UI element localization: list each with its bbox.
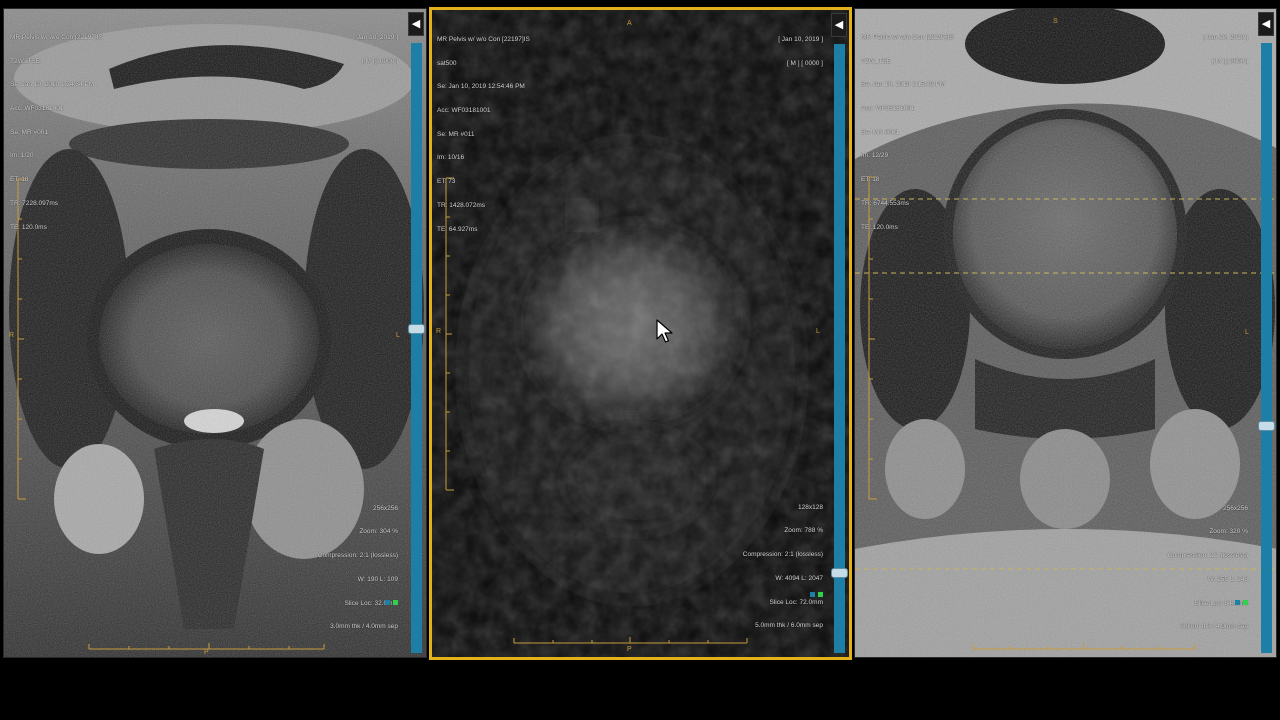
orientation-marker-left: L bbox=[396, 332, 400, 339]
status-blue-icon bbox=[1235, 600, 1240, 605]
orientation-marker-superior: S bbox=[1053, 18, 1058, 25]
study-info-top-left: MR Pelvis w/ w/o Con [22197]IS sat500 Se… bbox=[437, 35, 530, 233]
study-date-top-right: [ Jan 10, 2019 ] [ M ] [ 0000 ] bbox=[778, 35, 823, 67]
slice-scroll-thumb[interactable] bbox=[831, 567, 848, 578]
status-green-icon bbox=[393, 600, 398, 605]
slice-scroll-thumb[interactable] bbox=[408, 323, 425, 334]
viewport-right[interactable]: MR Pelvis w/ w/o Con [22197]IS T2W_TSE S… bbox=[854, 8, 1277, 658]
study-date-top-right: [ Jan 10, 2019 ] [ M ] [ 0000 ] bbox=[353, 33, 398, 65]
slice-scrollbar[interactable] bbox=[1258, 43, 1275, 653]
slice-scrollbar[interactable] bbox=[831, 44, 848, 653]
orientation-marker-right: R bbox=[436, 328, 442, 335]
orientation-marker-left: L bbox=[816, 328, 820, 335]
orientation-marker-right: R bbox=[9, 332, 15, 339]
orientation-marker-posterior: P bbox=[204, 649, 209, 656]
slice-scroll-thumb[interactable] bbox=[1258, 421, 1275, 432]
status-indicators bbox=[385, 600, 398, 605]
study-info-top-left: MR Pelvis w/ w/o Con [22197]IS T2W_TSE S… bbox=[10, 33, 103, 231]
image-info-bottom-right: 256x256 Zoom: 304 % Compression: 2:1 (lo… bbox=[317, 504, 398, 631]
bottom-black-bar bbox=[0, 660, 1280, 720]
image-info-bottom-right: 256x256 Zoom: 320 % Compression: 2:1 (lo… bbox=[1167, 504, 1248, 631]
viewport-left[interactable]: MR Pelvis w/ w/o Con [22197]IS T2W_TSE S… bbox=[3, 8, 427, 658]
orientation-marker-posterior: P bbox=[627, 646, 632, 653]
image-info-bottom-right: 128x128 Zoom: 788 % Compression: 2:1 (lo… bbox=[742, 503, 823, 630]
collapse-panel-button[interactable]: ◀ bbox=[408, 12, 424, 36]
status-indicators bbox=[810, 592, 823, 597]
mri-viewer: MR Pelvis w/ w/o Con [22197]IS T2W_TSE S… bbox=[0, 0, 1280, 720]
viewport-middle-active[interactable]: MR Pelvis w/ w/o Con [22197]IS sat500 Se… bbox=[429, 7, 852, 660]
orientation-marker-anterior: A bbox=[627, 20, 632, 27]
status-indicators bbox=[1235, 600, 1248, 605]
mouse-pointer-icon bbox=[656, 319, 673, 343]
slice-scrollbar[interactable] bbox=[408, 43, 425, 653]
status-blue-icon bbox=[810, 592, 815, 597]
status-green-icon bbox=[818, 592, 823, 597]
study-info-top-left: MR Pelvis w/ w/o Con [22197]IS T2W_TSE S… bbox=[861, 33, 954, 231]
collapse-panel-button[interactable]: ◀ bbox=[1258, 12, 1274, 36]
status-blue-icon bbox=[385, 600, 390, 605]
study-date-top-right: [ Jan 10, 2019 ] [ M ] [ 0000 ] bbox=[1203, 33, 1248, 65]
status-green-icon bbox=[1243, 600, 1248, 605]
collapse-panel-button[interactable]: ◀ bbox=[831, 13, 847, 37]
orientation-marker-left: L bbox=[1245, 329, 1249, 336]
